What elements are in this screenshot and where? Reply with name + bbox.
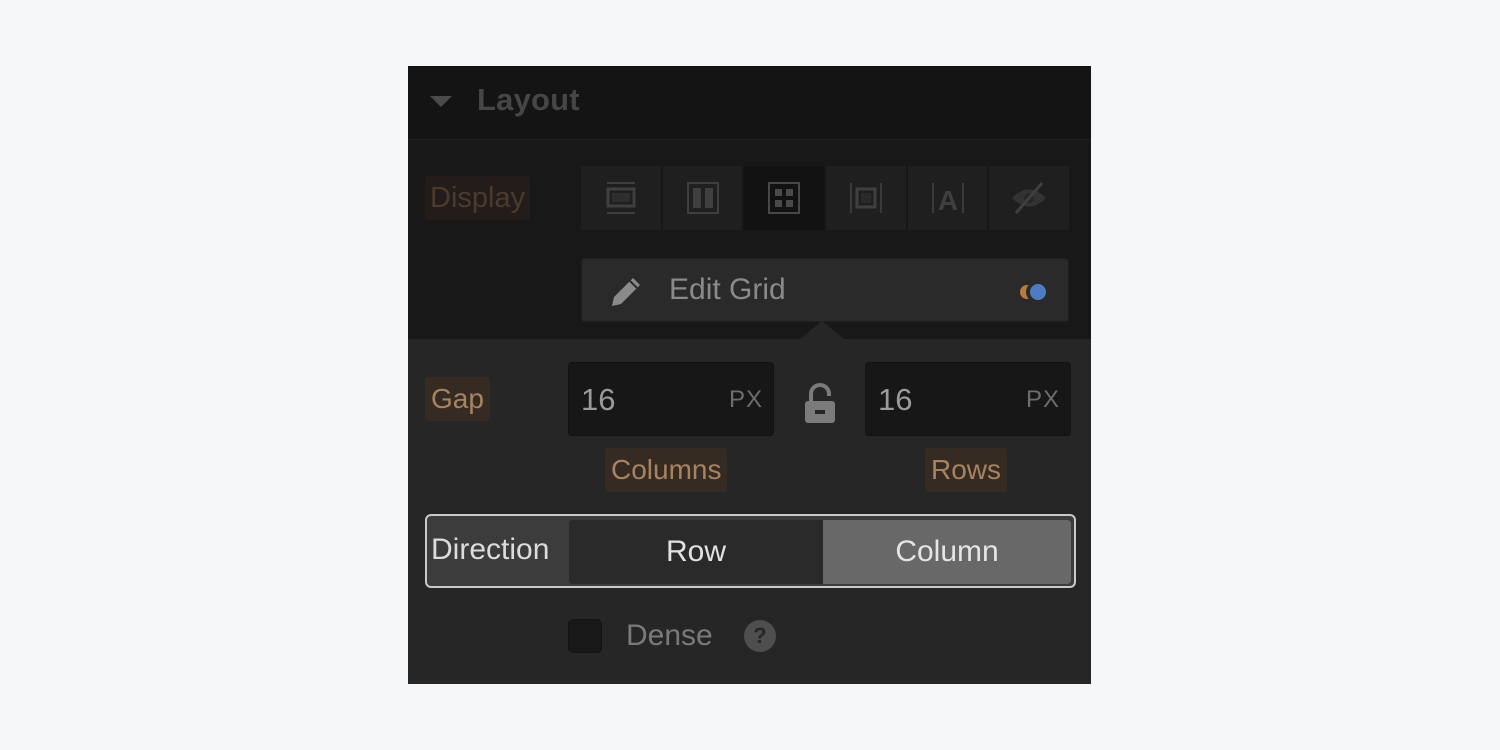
- svg-text:A: A: [937, 185, 957, 216]
- unlock-icon[interactable]: [800, 383, 840, 425]
- row-gap-unit[interactable]: PX: [1026, 386, 1060, 414]
- help-icon[interactable]: ?: [744, 620, 776, 652]
- display-grid-button[interactable]: [744, 166, 825, 230]
- indicator-dot-blue: [1030, 284, 1046, 300]
- display-inline-block-button[interactable]: [826, 166, 906, 230]
- section-title: Layout: [477, 82, 580, 117]
- grid-settings-popover: Gap 16 PX 16 PX Columns Rows Direction R…: [408, 321, 1091, 684]
- display-flex-button[interactable]: [662, 166, 743, 230]
- display-inline-block-icon: [849, 183, 882, 213]
- popover-arrow: [800, 321, 844, 339]
- direction-control: Direction Row Column: [425, 514, 1076, 588]
- display-label[interactable]: Display: [425, 176, 531, 220]
- display-flex-icon: [686, 182, 719, 214]
- direction-column-option[interactable]: Column: [823, 520, 1071, 584]
- direction-row-option[interactable]: Row: [569, 520, 823, 584]
- column-gap-unit[interactable]: PX: [729, 386, 763, 414]
- layout-panel: Layout Display A Edit Grid Gap 16 PX 16 …: [408, 66, 1091, 684]
- edit-grid-label: Edit Grid: [669, 273, 786, 306]
- dense-label[interactable]: Dense: [626, 619, 713, 653]
- edit-grid-button[interactable]: Edit Grid: [581, 258, 1069, 322]
- rows-label[interactable]: Rows: [925, 448, 1008, 492]
- display-options: A: [581, 166, 1070, 230]
- direction-label: Direction: [431, 533, 550, 566]
- display-grid-icon: [768, 182, 801, 214]
- row-gap-value[interactable]: 16: [878, 382, 912, 418]
- display-block-button[interactable]: [581, 166, 661, 230]
- style-indicator-icon: [1018, 284, 1048, 300]
- display-inline-button[interactable]: A: [907, 166, 988, 230]
- display-inline-icon: A: [931, 183, 964, 216]
- display-none-icon: [1012, 182, 1047, 214]
- columns-label[interactable]: Columns: [605, 448, 728, 492]
- display-block-icon: [606, 182, 636, 214]
- caret-down-icon[interactable]: [430, 96, 452, 107]
- row-gap-input[interactable]: 16 PX: [865, 362, 1071, 436]
- column-gap-input[interactable]: 16 PX: [568, 362, 774, 436]
- pencil-icon: [612, 278, 640, 306]
- dense-checkbox[interactable]: [568, 619, 602, 653]
- gap-label[interactable]: Gap: [425, 377, 490, 421]
- column-gap-value[interactable]: 16: [581, 382, 615, 418]
- display-none-button[interactable]: [989, 166, 1070, 230]
- layout-section-header[interactable]: Layout: [408, 66, 1091, 140]
